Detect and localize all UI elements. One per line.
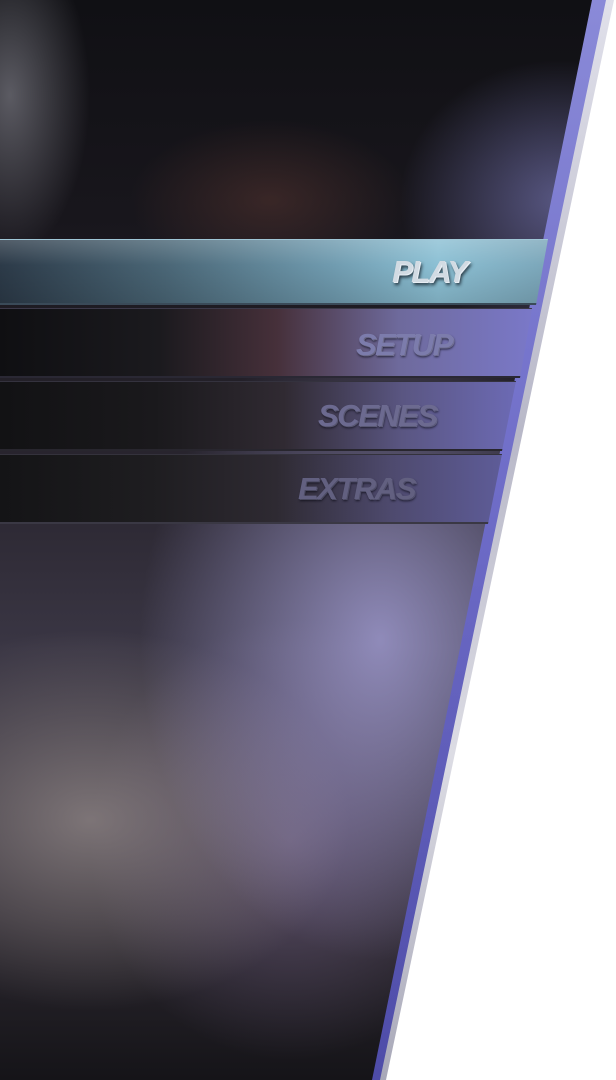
menu-item-play[interactable]: PLAY	[0, 239, 548, 305]
menu-item-scenes[interactable]: SCENES	[0, 381, 516, 451]
menu-item-setup[interactable]: SETUP	[0, 308, 532, 378]
menu-item-extras[interactable]: EXTRAS	[0, 454, 502, 524]
menu-item-label: SCENES	[318, 398, 438, 433]
menu-item-label: EXTRAS	[298, 471, 416, 506]
main-menu: PLAY SETUP SCENES EXTRAS	[0, 0, 616, 1080]
dvd-menu-screen: PLAY SETUP SCENES EXTRAS	[0, 0, 616, 1080]
menu-item-label: SETUP	[356, 327, 453, 362]
menu-item-label: PLAY	[392, 254, 468, 289]
